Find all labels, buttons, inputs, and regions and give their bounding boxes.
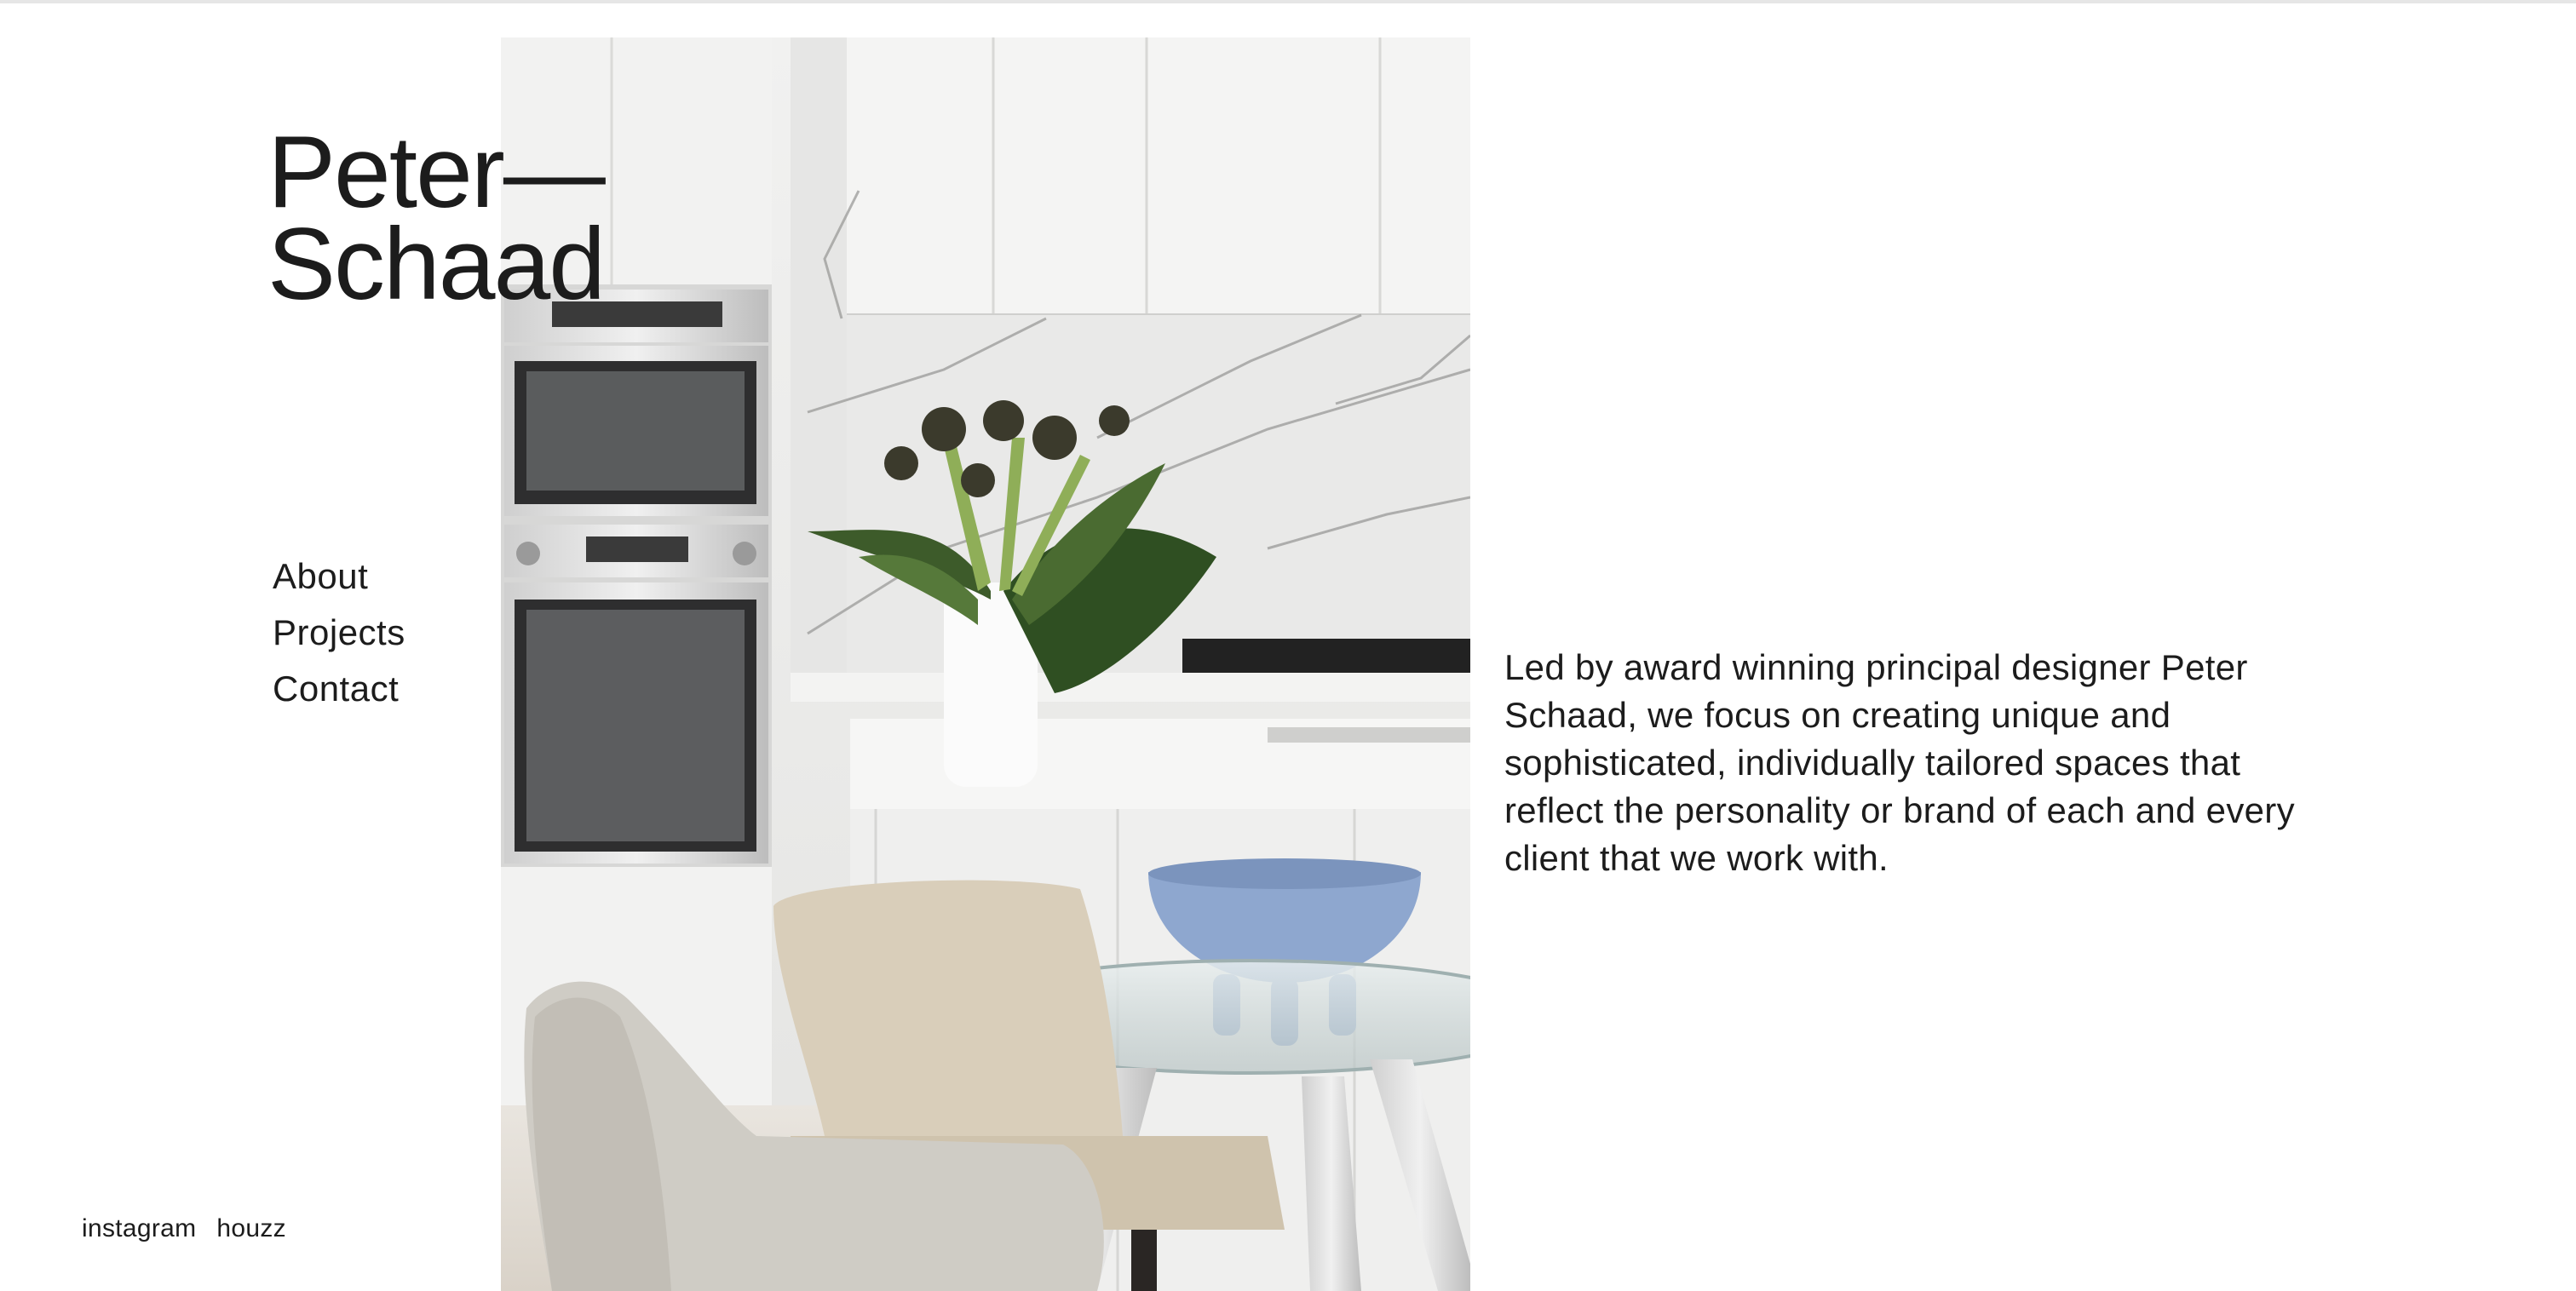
- houzz-link[interactable]: houzz: [216, 1214, 286, 1243]
- hero-image: [501, 37, 1470, 1291]
- nav-item-projects[interactable]: Projects: [273, 605, 405, 661]
- nav-item-contact[interactable]: Contact: [273, 661, 405, 717]
- brand-line-1: Peter—: [267, 115, 606, 229]
- intro-paragraph: Led by award winning principal designer …: [1504, 647, 2295, 878]
- brand-line-2: Schaad: [267, 207, 606, 321]
- top-border: [0, 0, 2576, 3]
- nav-item-about[interactable]: About: [273, 548, 405, 605]
- brand-logo[interactable]: Peter— Schaad: [267, 115, 606, 321]
- instagram-link[interactable]: instagram: [82, 1214, 196, 1243]
- main-nav: About Projects Contact: [273, 548, 405, 717]
- social-links: instagram houzz: [82, 1214, 286, 1243]
